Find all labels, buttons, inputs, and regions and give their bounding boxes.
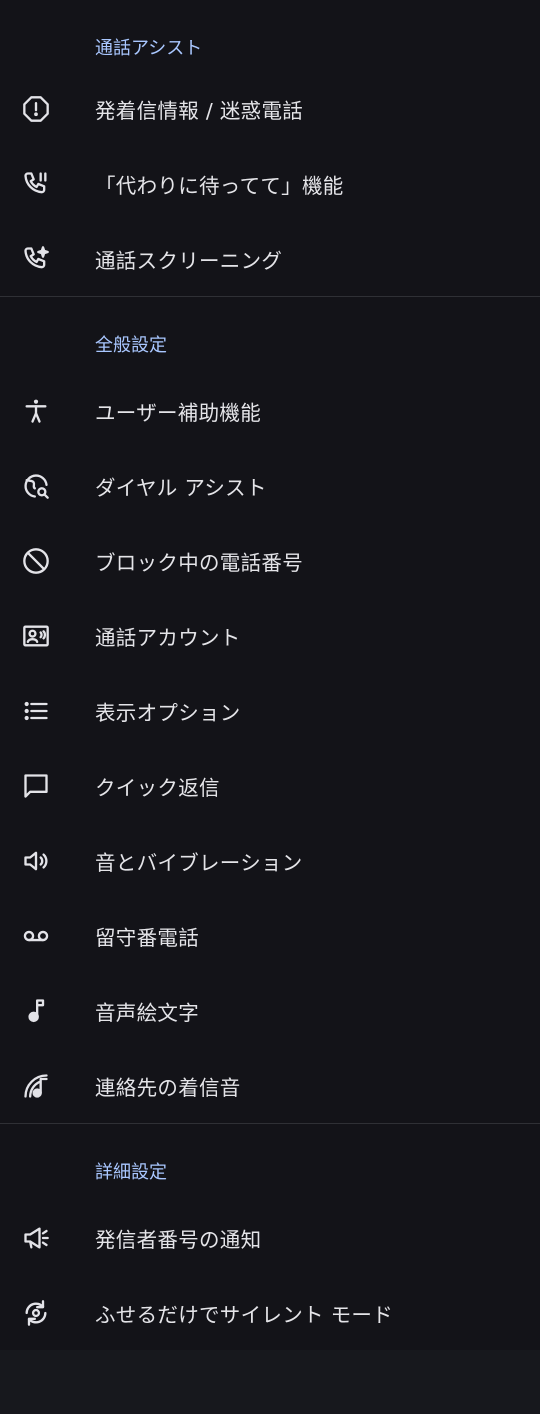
section-advanced: 詳細設定 発信者番号の通知 ふせるだけでサイレント モード bbox=[0, 1124, 540, 1350]
setting-voicemail[interactable]: 留守番電話 bbox=[0, 898, 540, 973]
phone-hold-icon bbox=[0, 166, 72, 202]
globe-search-icon bbox=[0, 468, 72, 504]
section-header-general: 全般設定 bbox=[95, 335, 167, 356]
setting-call-screen[interactable]: 通話スクリーニング bbox=[0, 221, 540, 296]
setting-label: ふせるだけでサイレント モード bbox=[95, 1302, 394, 1327]
megaphone-icon bbox=[0, 1220, 72, 1256]
setting-contact-ringtones[interactable]: 連絡先の着信音 bbox=[0, 1048, 540, 1123]
section-header-advanced: 詳細設定 bbox=[95, 1162, 167, 1183]
setting-quick-responses[interactable]: クイック返信 bbox=[0, 748, 540, 823]
setting-label: 音とバイブレーション bbox=[95, 850, 303, 875]
voicemail-icon bbox=[0, 918, 72, 954]
setting-audio-emoji[interactable]: 音声絵文字 bbox=[0, 973, 540, 1048]
message-icon bbox=[0, 768, 72, 804]
setting-calling-accounts[interactable]: 通話アカウント bbox=[0, 598, 540, 673]
setting-label: ユーザー補助機能 bbox=[95, 400, 261, 425]
setting-label: 音声絵文字 bbox=[95, 1000, 199, 1025]
setting-flip-to-shhh[interactable]: ふせるだけでサイレント モード bbox=[0, 1275, 540, 1350]
accessibility-icon bbox=[0, 393, 72, 429]
music-note-icon bbox=[0, 993, 72, 1029]
alert-icon bbox=[0, 91, 72, 127]
setting-label: 留守番電話 bbox=[95, 925, 199, 950]
ringtone-icon bbox=[0, 1068, 72, 1104]
setting-caller-id-announce[interactable]: 発信者番号の通知 bbox=[0, 1200, 540, 1275]
contact-card-icon bbox=[0, 618, 72, 654]
setting-label: 発着信情報 / 迷惑電話 bbox=[95, 98, 304, 123]
list-icon bbox=[0, 693, 72, 729]
setting-label: 「代わりに待ってて」機能 bbox=[95, 173, 344, 198]
setting-caller-id-spam[interactable]: 発着信情報 / 迷惑電話 bbox=[0, 71, 540, 146]
setting-label: 発信者番号の通知 bbox=[95, 1227, 262, 1252]
setting-sound-vibration[interactable]: 音とバイブレーション bbox=[0, 823, 540, 898]
settings-list: 通話アシスト 発着信情報 / 迷惑電話 「代わりに待ってて」機能 通話スクリーニ… bbox=[0, 0, 540, 1350]
setting-label: 連絡先の着信音 bbox=[95, 1075, 241, 1100]
phone-sparkle-icon bbox=[0, 241, 72, 277]
setting-label: ブロック中の電話番号 bbox=[95, 550, 303, 575]
setting-hold-for-me[interactable]: 「代わりに待ってて」機能 bbox=[0, 146, 540, 221]
section-general: 全般設定 ユーザー補助機能 ダイヤル アシスト ブロック中の電話番号 通話アカウ… bbox=[0, 297, 540, 1123]
section-call-assist: 通話アシスト 発着信情報 / 迷惑電話 「代わりに待ってて」機能 通話スクリーニ… bbox=[0, 0, 540, 296]
block-icon bbox=[0, 543, 72, 579]
setting-label: ダイヤル アシスト bbox=[95, 475, 267, 500]
setting-label: 通話アカウント bbox=[95, 625, 241, 650]
setting-accessibility[interactable]: ユーザー補助機能 bbox=[0, 373, 540, 448]
setting-label: 通話スクリーニング bbox=[95, 248, 283, 273]
bottom-spacer bbox=[0, 1350, 540, 1414]
section-header-call-assist: 通話アシスト bbox=[95, 38, 203, 59]
setting-label: クイック返信 bbox=[95, 775, 220, 800]
flip-icon bbox=[0, 1295, 72, 1331]
setting-blocked-numbers[interactable]: ブロック中の電話番号 bbox=[0, 523, 540, 598]
setting-display-options[interactable]: 表示オプション bbox=[0, 673, 540, 748]
setting-label: 表示オプション bbox=[95, 700, 241, 725]
volume-icon bbox=[0, 843, 72, 879]
setting-dial-assist[interactable]: ダイヤル アシスト bbox=[0, 448, 540, 523]
